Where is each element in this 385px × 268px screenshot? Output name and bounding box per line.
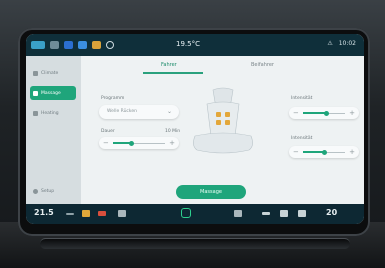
front-defrost-icon[interactable] <box>298 210 306 217</box>
sidebar-item-climate[interactable]: Climate <box>30 66 76 80</box>
speed-label: Dauer <box>101 129 115 134</box>
air-vent <box>40 238 350 249</box>
ac-icon[interactable] <box>98 211 106 216</box>
phone-icon[interactable] <box>78 41 87 49</box>
massage-start-button[interactable]: Massage <box>176 185 246 199</box>
slider-knob[interactable] <box>323 110 329 116</box>
intensity-bottom-slider[interactable]: − + <box>289 146 359 158</box>
charging-icon[interactable] <box>92 41 101 49</box>
minus-icon[interactable]: − <box>293 148 299 156</box>
sidebar-item-label: Massage <box>41 90 61 96</box>
tab-driver[interactable]: Fahrer <box>161 62 177 68</box>
plus-icon[interactable]: + <box>169 139 175 147</box>
sidebar-item-label: Heating <box>41 110 59 116</box>
plus-icon[interactable]: + <box>349 109 355 117</box>
navigation-icon[interactable] <box>64 41 73 49</box>
intensity-top-label: Intensität <box>291 96 313 101</box>
massage-zone-icon <box>216 112 221 117</box>
plus-icon[interactable]: + <box>349 148 355 156</box>
airflow-icon[interactable] <box>262 212 270 215</box>
slider-knob[interactable] <box>321 149 327 155</box>
status-bar: 19.5°C ⚠ 10:02 <box>26 34 364 56</box>
slider-fill <box>303 112 327 114</box>
speed-slider[interactable]: − + <box>99 137 179 149</box>
infotainment-screen: 19.5°C ⚠ 10:02 Climate Massage Heating S… <box>26 34 364 224</box>
bottom-bar: 21.5 20 <box>26 204 364 224</box>
sidebar-item-label: Setup <box>41 188 55 194</box>
temp-right[interactable]: 20 <box>326 208 337 217</box>
minus-icon[interactable]: − <box>293 109 299 117</box>
intensity-bottom-label: Intensität <box>291 136 313 141</box>
sidebar-item-label: Climate <box>41 70 59 76</box>
sidebar: Climate Massage Heating Setup <box>26 56 81 204</box>
program-label: Programm <box>101 96 125 101</box>
warning-icon: ⚠ <box>327 40 333 47</box>
slider-fill <box>303 151 324 153</box>
program-value: Welle Rücken <box>107 109 137 114</box>
massage-icon <box>33 90 38 96</box>
intensity-top-slider[interactable]: − + <box>289 107 359 119</box>
media-icon[interactable] <box>50 41 59 49</box>
climate-icon <box>33 70 38 76</box>
heating-icon <box>33 110 38 116</box>
defrost-icon[interactable] <box>118 210 126 217</box>
slider-knob[interactable] <box>128 140 134 146</box>
status-title: 19.5°C <box>176 40 200 48</box>
setup-icon <box>33 188 38 194</box>
seat-heat-icon[interactable] <box>82 210 90 217</box>
fan-icon[interactable] <box>66 213 74 215</box>
speed-value: 10 Min <box>165 129 181 134</box>
seat-illustration <box>193 87 253 154</box>
sidebar-item-massage[interactable]: Massage <box>30 86 76 100</box>
rear-defrost-icon[interactable] <box>280 210 288 217</box>
minus-icon[interactable]: − <box>103 139 109 147</box>
tab-passenger[interactable]: Beifahrer <box>251 62 274 68</box>
home-icon[interactable] <box>181 208 191 218</box>
app-grid-icon[interactable] <box>31 41 45 49</box>
seat-icon[interactable] <box>234 210 242 217</box>
massage-panel: Fahrer Beifahrer Programm Welle Rücken ⌄… <box>81 56 364 204</box>
settings-icon[interactable] <box>106 41 114 49</box>
sidebar-item-heating[interactable]: Heating <box>30 106 76 120</box>
tab-indicator <box>143 72 203 74</box>
temp-left[interactable]: 21.5 <box>34 208 54 217</box>
program-dropdown[interactable]: Welle Rücken ⌄ <box>99 105 179 119</box>
status-time: 10:02 <box>338 40 356 47</box>
chevron-down-icon: ⌄ <box>166 108 172 115</box>
sidebar-item-setup[interactable]: Setup <box>30 184 76 198</box>
